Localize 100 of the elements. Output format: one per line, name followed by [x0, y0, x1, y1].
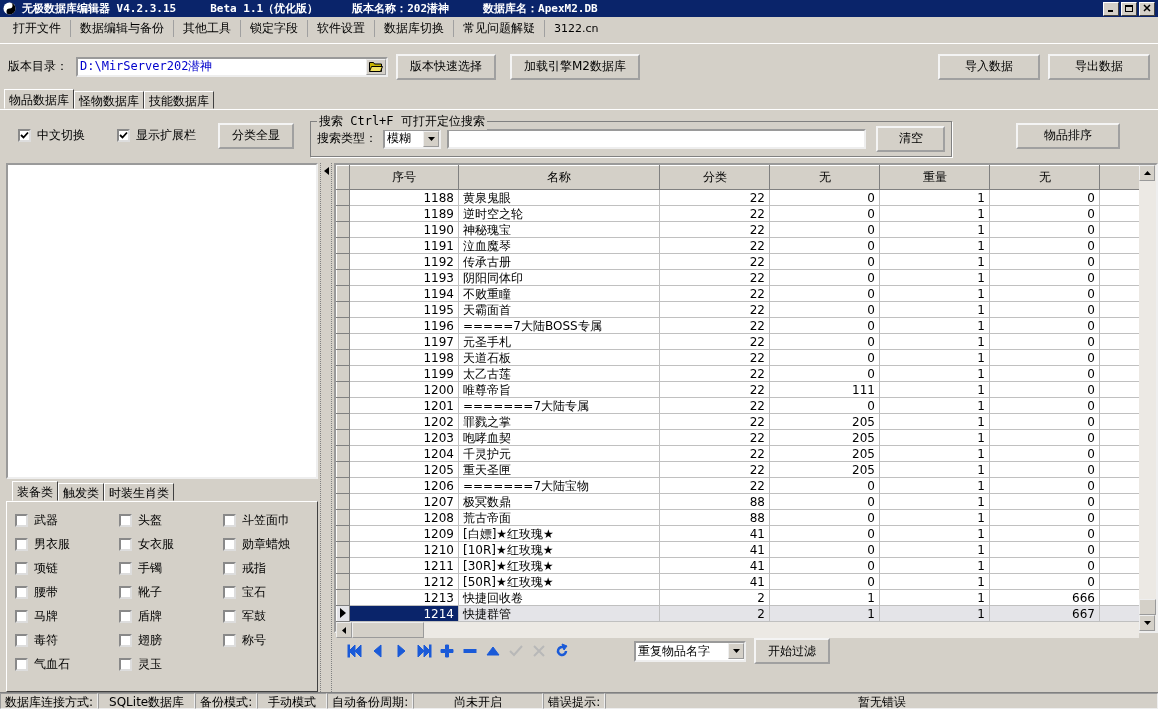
collapse-arrow-icon[interactable] — [323, 167, 329, 175]
tab[interactable]: 技能数据库 — [144, 91, 214, 109]
checkbox[interactable] — [223, 514, 236, 527]
table-cell: 22 — [659, 301, 770, 318]
table-cell: 22 — [659, 205, 770, 222]
checkbox[interactable] — [117, 129, 130, 142]
table-cell: 1210 — [349, 541, 459, 558]
menu-item[interactable]: 打开文件 — [4, 19, 71, 37]
close-button[interactable] — [1139, 1, 1155, 16]
checkbox[interactable] — [18, 129, 31, 142]
checkbox[interactable] — [119, 610, 132, 623]
maximize-button[interactable] — [1121, 1, 1137, 16]
column-header[interactable]: 序号 — [349, 165, 459, 190]
table-cell: 0 — [769, 557, 880, 574]
checkbox[interactable] — [223, 586, 236, 599]
table-cell: [50R]★红玫瑰★ — [458, 573, 660, 590]
minimize-button[interactable] — [1103, 1, 1119, 16]
horizontal-scrollbar[interactable] — [336, 622, 1139, 638]
checkbox[interactable] — [223, 634, 236, 647]
checkbox[interactable] — [15, 538, 28, 551]
filter-button[interactable]: 开始过滤 — [754, 638, 830, 664]
menu-item[interactable]: 常见问题解疑 — [454, 19, 545, 37]
table-cell: 太乙古莲 — [458, 365, 660, 382]
table-cell: 天霸面首 — [458, 301, 660, 318]
scrollbar-thumb[interactable] — [1139, 599, 1156, 615]
table-cell: 快捷回收卷 — [458, 589, 660, 606]
checkbox[interactable] — [15, 634, 28, 647]
table-cell: =======7大陆专属 — [458, 397, 660, 414]
checkbox[interactable] — [15, 658, 28, 671]
table-cell: 0 — [989, 573, 1100, 590]
toolbar-button[interactable]: 加载引擎M2数据库 — [510, 53, 640, 80]
scrollbar-thumb[interactable] — [352, 622, 424, 638]
toolbar-button[interactable]: 版本快速选择 — [396, 53, 496, 80]
folder-icon[interactable] — [366, 58, 386, 75]
table-cell: 1 — [879, 221, 990, 238]
tab[interactable]: 时装生肖类 — [104, 483, 174, 501]
column-header[interactable]: 分类 — [659, 165, 770, 190]
table-cell: 神秘瑰宝 — [458, 221, 660, 238]
table-cell: 1 — [879, 445, 990, 462]
checkbox[interactable] — [223, 562, 236, 575]
plus-icon — [438, 643, 455, 659]
column-header[interactable]: 无 — [769, 165, 880, 190]
clear-button[interactable]: 清空 — [876, 125, 945, 152]
table-cell: 极冥数鼎 — [458, 493, 660, 510]
menu-item[interactable]: 软件设置 — [308, 19, 375, 37]
show-all-button[interactable]: 分类全显 — [218, 122, 294, 149]
table-cell: 逆时空之轮 — [458, 205, 660, 222]
menu-item[interactable]: 锁定字段 — [241, 19, 308, 37]
column-header[interactable]: 重量 — [879, 165, 990, 190]
tab[interactable]: 物品数据库 — [4, 89, 74, 109]
checkbox[interactable] — [119, 562, 132, 575]
table-cell: [10R]★红玫瑰★ — [458, 541, 660, 558]
toolbar-button[interactable]: 导出数据 — [1048, 53, 1150, 80]
directory-input[interactable]: D:\MirServer202潜神 — [78, 58, 366, 75]
table-cell: 天道石板 — [458, 349, 660, 366]
checkbox[interactable] — [15, 610, 28, 623]
sort-button[interactable]: 物品排序 — [1016, 122, 1120, 149]
menu-item[interactable]: 3122.cn — [545, 21, 608, 35]
checkbox[interactable] — [15, 514, 28, 527]
checkbox[interactable] — [223, 538, 236, 551]
table-cell: 0 — [989, 557, 1100, 574]
checkbox[interactable] — [15, 586, 28, 599]
tab[interactable]: 触发类 — [58, 483, 104, 501]
table-cell: 0 — [989, 349, 1100, 366]
category-label: 手镯 — [138, 560, 162, 577]
category-label: 男衣服 — [34, 536, 70, 553]
table-cell: 0 — [769, 493, 880, 510]
filter-dropdown[interactable]: 重复物品名字 — [634, 640, 746, 662]
table-cell: 1 — [879, 253, 990, 270]
directory-field[interactable]: D:\MirServer202潜神 — [76, 56, 388, 77]
table-cell: 0 — [989, 397, 1100, 414]
menu-item[interactable]: 其他工具 — [174, 19, 241, 37]
table-cell: 0 — [769, 285, 880, 302]
checkbox[interactable] — [119, 538, 132, 551]
table-cell: 0 — [989, 285, 1100, 302]
menu-item[interactable]: 数据库切换 — [375, 19, 454, 37]
tab[interactable]: 装备类 — [12, 481, 58, 501]
checkbox[interactable] — [119, 586, 132, 599]
checkbox[interactable] — [15, 562, 28, 575]
search-field[interactable] — [447, 128, 867, 149]
vertical-scrollbar[interactable] — [1139, 165, 1156, 631]
category-label: 戒指 — [242, 560, 266, 577]
checkbox[interactable] — [223, 610, 236, 623]
checkbox[interactable] — [119, 634, 132, 647]
checkbox[interactable] — [119, 514, 132, 527]
menu-item[interactable]: 数据编辑与备份 — [71, 19, 174, 37]
search-type-dropdown[interactable]: 模糊 — [383, 128, 442, 149]
table-cell: 0 — [769, 525, 880, 542]
status-value: SQLite数据库 — [98, 693, 196, 709]
table-cell: 0 — [989, 461, 1100, 478]
column-header[interactable]: 名称 — [458, 165, 660, 190]
checkbox[interactable] — [119, 658, 132, 671]
table-cell: 22 — [659, 445, 770, 462]
window-title: 无极数据库编辑器 V4.2.3.15 — [22, 1, 177, 16]
table-cell: 1202 — [349, 413, 459, 430]
table-cell: 22 — [659, 189, 770, 206]
toolbar-button[interactable]: 导入数据 — [938, 53, 1040, 80]
tab[interactable]: 怪物数据库 — [74, 91, 144, 109]
window-title: 版本名称：202潜神 — [352, 1, 450, 16]
column-header[interactable]: 无 — [989, 165, 1100, 190]
